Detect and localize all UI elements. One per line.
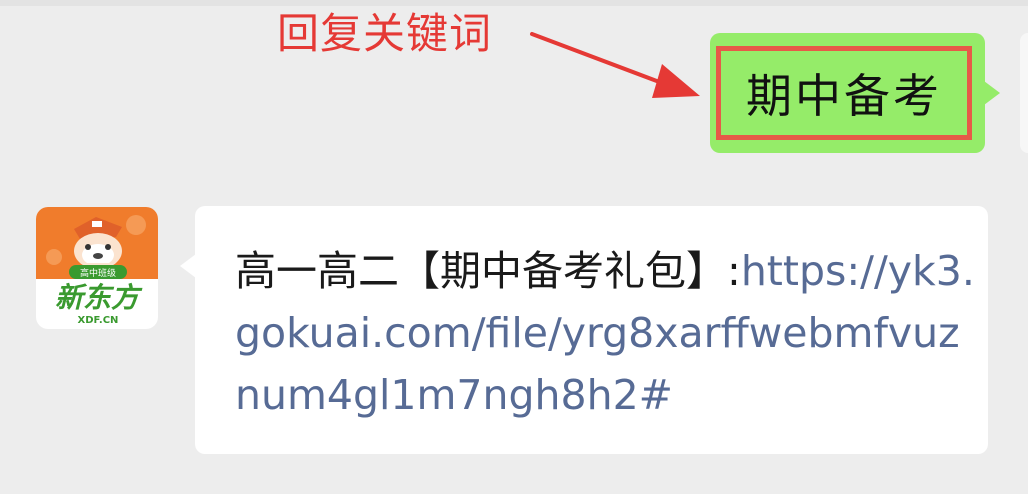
outgoing-message-text: 期中备考 <box>746 69 942 123</box>
new-oriental-logo-icon: 高中班级 新东方 XDF.CN <box>36 207 158 326</box>
incoming-message-text: 高一高二【期中备考礼包】:https://yk3.gokuai.com/file… <box>235 240 975 426</box>
self-avatar[interactable] <box>1020 33 1028 153</box>
avatar-domain-text: XDF.CN <box>78 315 119 326</box>
sender-avatar[interactable]: 高中班级 新东方 XDF.CN <box>36 207 158 329</box>
avatar-brand-text: 新东方 <box>55 281 143 314</box>
top-edge <box>0 0 1028 6</box>
incoming-message-bubble[interactable]: 高一高二【期中备考礼包】:https://yk3.gokuai.com/file… <box>180 206 988 454</box>
message-prefix: 高一高二【期中备考礼包】: <box>235 247 741 295</box>
annotation-label: 回复关键词 <box>277 9 493 58</box>
avatar-badge-text: 高中班级 <box>80 267 116 279</box>
outgoing-message-bubble[interactable]: 期中备考 <box>710 33 1000 153</box>
keyword-highlight-box: 期中备考 <box>716 46 972 140</box>
annotation-arrow-icon <box>530 32 700 98</box>
